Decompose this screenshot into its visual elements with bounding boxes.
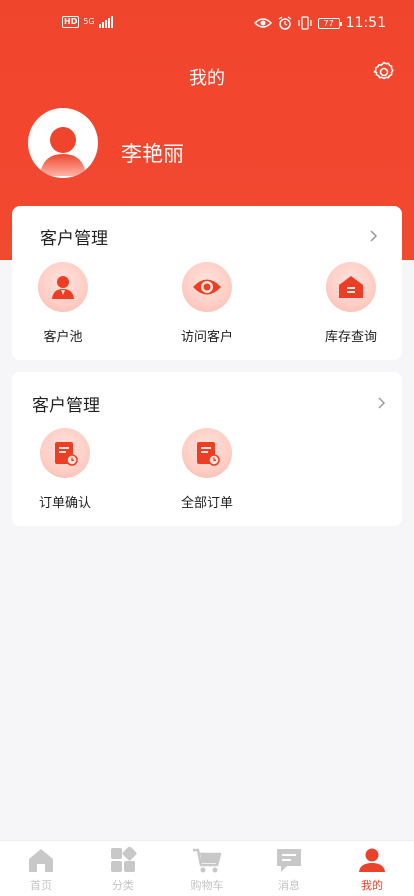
- message-icon: [277, 849, 301, 872]
- grid-item-customer-pool[interactable]: 客户池: [23, 262, 103, 345]
- hd-badge: HD: [62, 16, 80, 28]
- chevron-right-icon[interactable]: [368, 230, 378, 242]
- warehouse-icon: [326, 262, 376, 312]
- grid-item-all-orders[interactable]: 全部订单: [167, 428, 247, 511]
- vibrate-icon: [298, 16, 312, 30]
- tab-home[interactable]: 首页: [11, 847, 71, 893]
- tab-messages[interactable]: 消息: [259, 847, 319, 893]
- tab-label: 我的: [361, 879, 383, 892]
- customer-pool-icon: [38, 262, 88, 312]
- home-icon: [29, 849, 53, 872]
- tab-profile[interactable]: 我的: [342, 847, 402, 893]
- chevron-right-icon[interactable]: [376, 397, 386, 409]
- section-title: 客户管理: [32, 396, 100, 416]
- network-type: 5G: [83, 17, 95, 26]
- signal-icon: [98, 16, 113, 28]
- grid-label: 客户池: [43, 330, 83, 345]
- category-icon: [111, 847, 137, 872]
- settings-button[interactable]: [372, 60, 396, 84]
- grid-label: 订单确认: [38, 496, 91, 511]
- section-title: 客户管理: [40, 229, 108, 249]
- gear-icon: [373, 61, 394, 80]
- tab-cart[interactable]: 购物车: [177, 847, 237, 893]
- bottom-tab-bar: 首页 分类 购物车 消息 我的: [0, 840, 414, 896]
- grid-item-visit-customer[interactable]: 访问客户: [167, 262, 247, 345]
- user-name: 李艳丽: [121, 142, 184, 166]
- cart-icon: [193, 848, 222, 873]
- alarm-icon: [278, 16, 292, 30]
- grid-item-inventory-query[interactable]: 库存查询: [311, 262, 391, 345]
- tab-category[interactable]: 分类: [93, 847, 153, 893]
- tab-label: 首页: [30, 879, 52, 892]
- tab-label: 购物车: [190, 879, 224, 892]
- tab-label: 分类: [112, 879, 134, 892]
- order-management-card: 客户管理 订单确认 全部订单: [12, 372, 402, 526]
- eye-icon: [182, 262, 232, 312]
- all-orders-icon: [182, 428, 232, 478]
- avatar[interactable]: [28, 108, 98, 178]
- grid-label: 库存查询: [324, 330, 377, 345]
- grid-label: 访问客户: [180, 330, 233, 345]
- eye-privacy-icon: [253, 18, 272, 28]
- status-icons: 77 11:51: [253, 15, 386, 31]
- user-avatar-icon: [40, 127, 86, 176]
- network-indicator: HD 5G: [62, 16, 113, 28]
- page-title: 我的: [189, 68, 225, 89]
- profile-icon: [359, 848, 385, 872]
- status-time: 11:51: [345, 15, 386, 31]
- tab-label: 消息: [278, 879, 300, 892]
- order-confirm-icon: [40, 428, 90, 478]
- status-bar: HD 5G 77 11:51: [0, 0, 414, 46]
- customer-management-card: 客户管理 客户池 访问客户 库存查询: [12, 206, 402, 360]
- battery-icon: 77: [317, 17, 342, 29]
- grid-item-order-confirm[interactable]: 订单确认: [25, 428, 105, 511]
- grid-label: 全部订单: [180, 496, 233, 511]
